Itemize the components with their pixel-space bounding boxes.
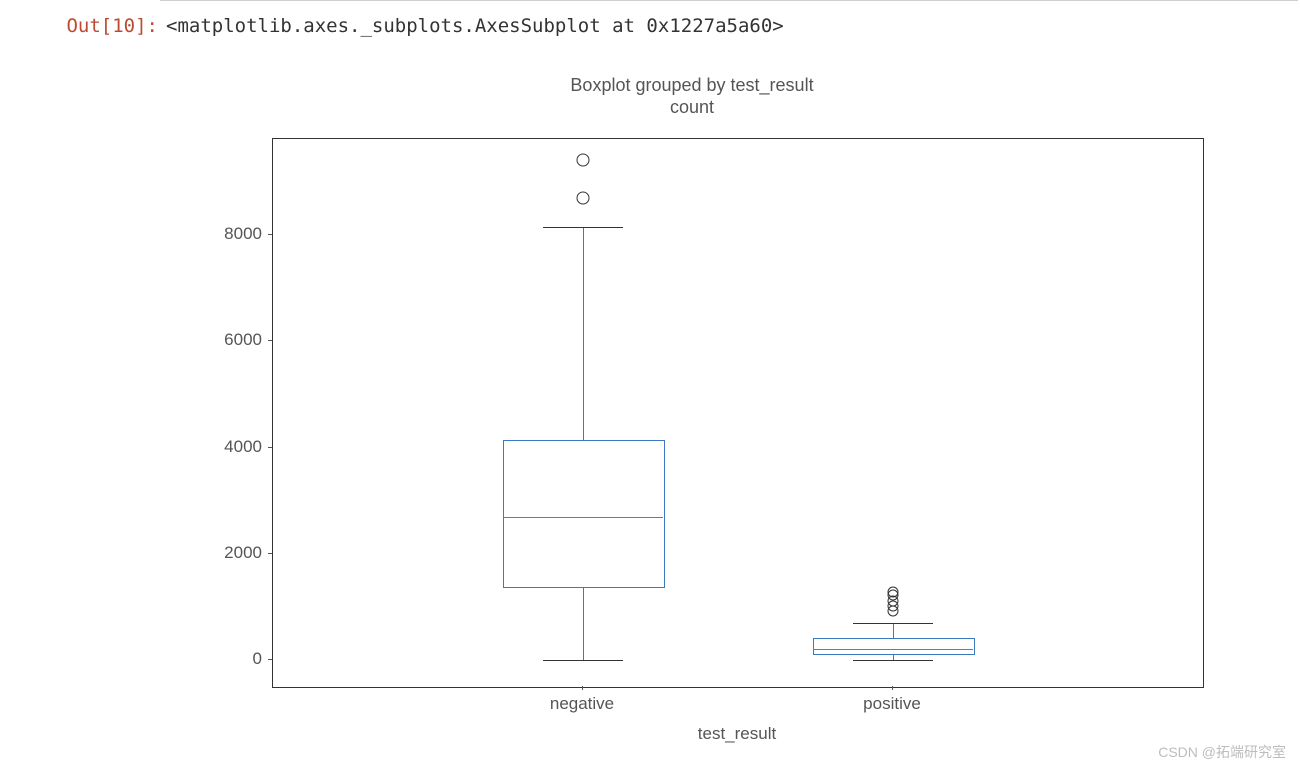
- box-median: [503, 517, 663, 518]
- ytick-mark: [268, 553, 272, 554]
- box-cap: [853, 660, 933, 661]
- axes-title: count: [162, 96, 1222, 118]
- ytick-mark: [268, 447, 272, 448]
- xtick-label: positive: [863, 694, 921, 714]
- box-cap: [543, 660, 623, 661]
- box-body: [813, 638, 975, 655]
- box-flier: [577, 154, 590, 167]
- box-body: [503, 440, 665, 588]
- xtick-label: negative: [550, 694, 614, 714]
- xtick-mark: [582, 686, 583, 690]
- box-median: [813, 649, 973, 650]
- box-cap: [543, 227, 623, 228]
- out-repr: <matplotlib.axes._subplots.AxesSubplot a…: [158, 15, 784, 37]
- ytick-mark: [268, 659, 272, 660]
- box-flier: [577, 191, 590, 204]
- x-axis-label: test_result: [698, 724, 776, 744]
- out-prompt: Out[10]:: [40, 15, 158, 37]
- watermark: CSDN @拓端研究室: [1158, 742, 1286, 762]
- boxplot-figure: Boxplot grouped by test_result count 0 20…: [162, 74, 1222, 754]
- ytick-label: 6000: [162, 330, 262, 350]
- box-cap: [853, 623, 933, 624]
- ytick-label: 4000: [162, 437, 262, 457]
- ytick-label: 0: [162, 649, 262, 669]
- box-flier: [888, 587, 899, 598]
- ytick-label: 8000: [162, 224, 262, 244]
- box-whisker: [583, 227, 584, 440]
- axes-frame: [272, 138, 1204, 688]
- ytick-label: 2000: [162, 543, 262, 563]
- output-row: Out[10]: <matplotlib.axes._subplots.Axes…: [0, 1, 1300, 37]
- figure-suptitle: Boxplot grouped by test_result: [162, 74, 1222, 96]
- xtick-mark: [892, 686, 893, 690]
- ytick-mark: [268, 340, 272, 341]
- box-whisker: [893, 623, 894, 638]
- box-whisker: [583, 586, 584, 660]
- ytick-mark: [268, 234, 272, 235]
